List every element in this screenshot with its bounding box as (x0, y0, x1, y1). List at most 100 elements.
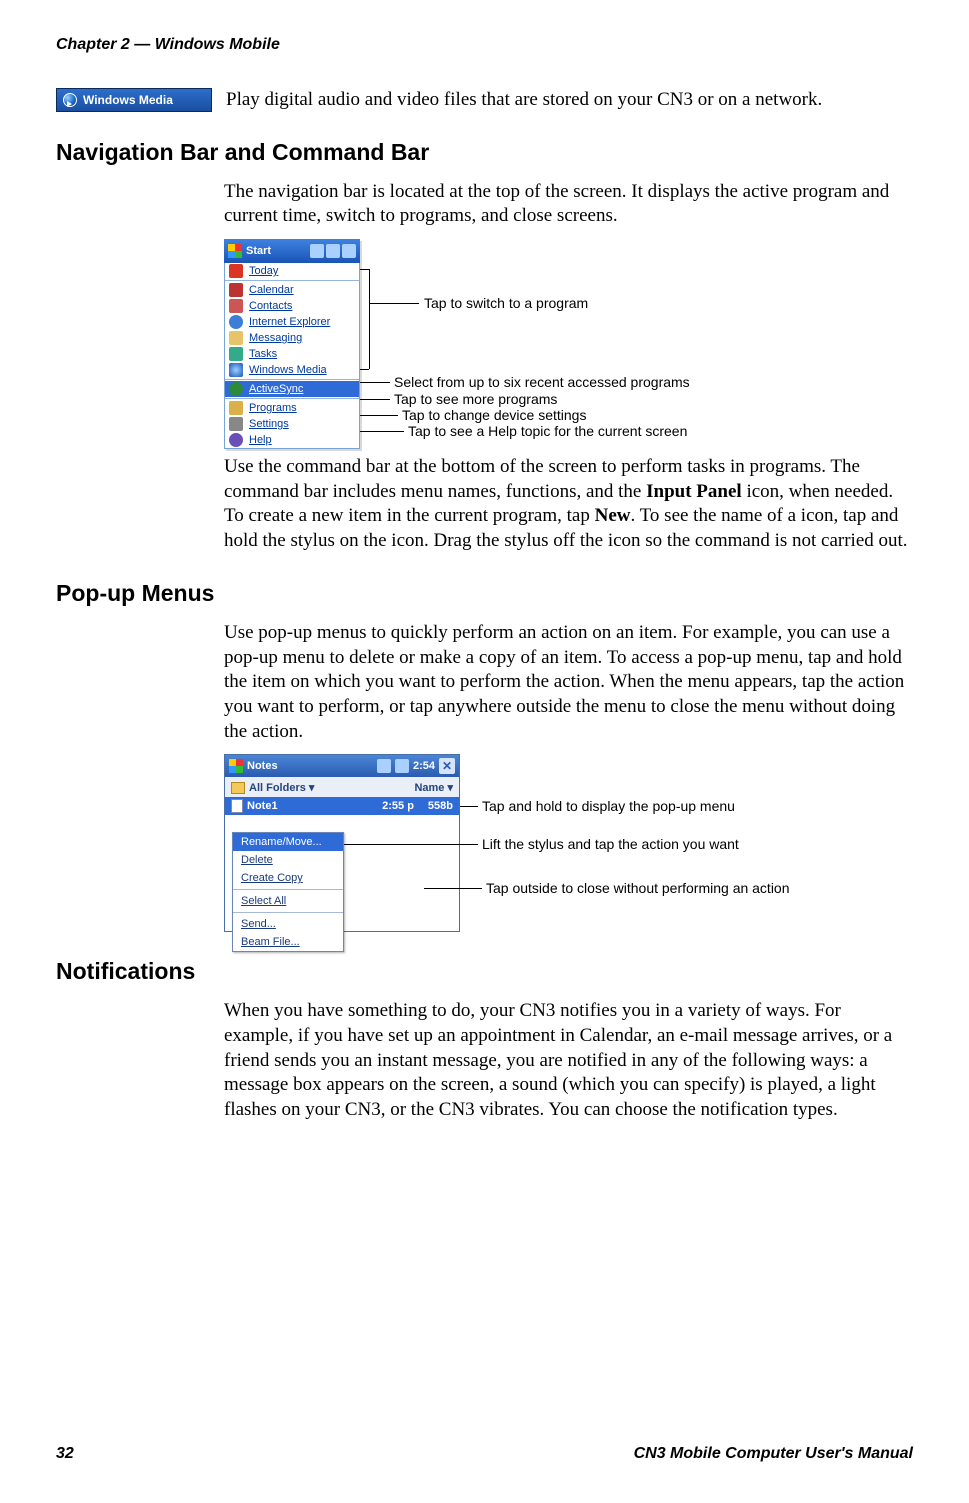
titlebar: Start (224, 239, 360, 263)
name-col-label: Name (414, 782, 444, 794)
menu-messaging-label: Messaging (249, 332, 302, 344)
menu-ie: Internet Explorer (225, 314, 359, 330)
volume-icon (326, 244, 340, 258)
notes-title-text: Notes (247, 760, 278, 772)
menu-wm-label: Windows Media (249, 364, 327, 376)
page-number: 32 (56, 1445, 74, 1463)
ie-icon (229, 315, 243, 329)
windows-media-row: Windows Media Play digital audio and vid… (56, 88, 913, 113)
heading-notifications: Notifications (56, 958, 913, 985)
callout-lift: Lift the stylus and tap the action you w… (482, 836, 739, 852)
note-name: Note1 (247, 800, 278, 812)
note-time: 2:55 p (382, 800, 414, 812)
callout-line (424, 888, 482, 889)
menu-calendar: Calendar (225, 282, 359, 298)
callout-programs: Tap to see more programs (394, 391, 557, 407)
start-flag-icon (228, 244, 242, 258)
menu-settings: Settings (225, 416, 359, 432)
start-menu-mock: Start Today Calendar Contacts Internet E… (224, 239, 360, 449)
notes-toolbar: All Folders ▾ Name ▾ (225, 777, 459, 797)
menu-calendar-label: Calendar (249, 284, 294, 296)
signal-icon (342, 244, 356, 258)
navbar-intro: The navigation bar is located at the top… (224, 180, 913, 229)
menu-contacts-label: Contacts (249, 300, 292, 312)
context-menu: Rename/Move... Delete Create Copy Select… (232, 832, 344, 952)
menu-help: Help (225, 432, 359, 448)
menu-messaging: Messaging (225, 330, 359, 346)
callout-line (369, 303, 419, 304)
popup-copy: Create Copy (233, 869, 343, 887)
cmdbar-b2: New (595, 505, 631, 526)
contacts-icon (229, 299, 243, 313)
callout-help: Tap to see a Help topic for the current … (408, 423, 687, 439)
windows-media-desc: Play digital audio and video files that … (226, 88, 913, 113)
menu-ie-label: Internet Explorer (249, 316, 330, 328)
connectivity-icon (310, 244, 324, 258)
menu-tasks: Tasks (225, 346, 359, 362)
close-icon: ✕ (439, 758, 455, 774)
menu-programs: Programs (225, 400, 359, 416)
figure-popup-menu: Notes 2:54 ✕ All Folders ▾ Name ▾ Note1 … (224, 754, 913, 932)
menu-programs-label: Programs (249, 402, 297, 414)
cmdbar-para: Use the command bar at the bottom of the… (224, 455, 913, 554)
callout-line (360, 369, 369, 370)
menu-today-label: Today (249, 265, 278, 277)
callout-settings: Tap to change device settings (402, 407, 586, 423)
notes-time: 2:54 (413, 760, 435, 772)
windows-media-badge: Windows Media (56, 88, 212, 112)
programs-icon (229, 401, 243, 415)
running-footer: 32 CN3 Mobile Computer User's Manual (56, 1445, 913, 1463)
running-header: Chapter 2 — Windows Mobile (56, 36, 913, 54)
callout-line (369, 269, 370, 369)
menu-contacts: Contacts (225, 298, 359, 314)
volume-icon (395, 759, 409, 773)
notifications-para: When you have something to do, your CN3 … (224, 999, 913, 1122)
callout-line (460, 806, 478, 807)
folders-label: All Folders (249, 782, 306, 794)
menu-settings-label: Settings (249, 418, 289, 430)
note-icon (231, 799, 243, 813)
manual-title: CN3 Mobile Computer User's Manual (634, 1445, 913, 1463)
callout-switch: Tap to switch to a program (424, 295, 588, 311)
menu-activesync: ActiveSync (225, 381, 359, 397)
callout-recent: Select from up to six recent accessed pr… (394, 374, 690, 390)
popup-delete: Delete (233, 851, 343, 869)
menu-tasks-label: Tasks (249, 348, 277, 360)
windows-media-badge-text: Windows Media (83, 93, 173, 107)
note-size: 558b (428, 800, 453, 812)
start-flag-icon (229, 759, 243, 773)
windows-media-icon (63, 93, 77, 107)
callout-line (360, 415, 398, 416)
notes-titlebar: Notes 2:54 ✕ (225, 755, 459, 777)
menu-activesync-label: ActiveSync (249, 383, 303, 395)
today-icon (229, 264, 243, 278)
callout-line (360, 399, 390, 400)
messaging-icon (229, 331, 243, 345)
menu-help-label: Help (249, 434, 272, 446)
callout-hold: Tap and hold to display the pop-up menu (482, 798, 735, 814)
figure-start-menu: Start Today Calendar Contacts Internet E… (224, 239, 913, 441)
menu-today: Today (225, 263, 359, 279)
wm-icon (229, 363, 243, 377)
callout-outside: Tap outside to close without performing … (486, 880, 790, 896)
help-icon (229, 433, 243, 447)
popup-para: Use pop-up menus to quickly perform an a… (224, 621, 913, 744)
popup-selectall: Select All (233, 892, 343, 910)
cmdbar-b1: Input Panel (646, 481, 742, 502)
activesync-icon (229, 382, 243, 396)
callout-line (360, 269, 369, 270)
callout-line (360, 382, 390, 383)
connectivity-icon (377, 759, 391, 773)
popup-beam: Beam File... (233, 933, 343, 951)
folder-icon (231, 782, 245, 794)
callout-line (344, 844, 478, 845)
settings-icon (229, 417, 243, 431)
menu-wm: Windows Media (225, 362, 359, 378)
callout-line (360, 431, 404, 432)
heading-navbar: Navigation Bar and Command Bar (56, 139, 913, 166)
tasks-icon (229, 347, 243, 361)
popup-send: Send... (233, 915, 343, 933)
start-label: Start (246, 245, 271, 257)
calendar-icon (229, 283, 243, 297)
heading-popup: Pop-up Menus (56, 580, 913, 607)
